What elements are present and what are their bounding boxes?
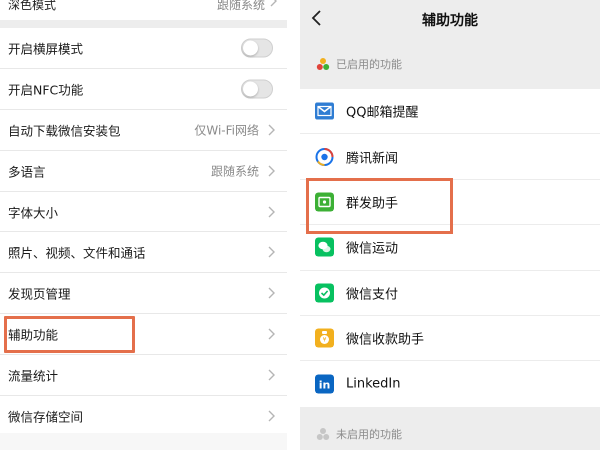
chevron-right-icon [268,287,275,299]
chevron-right-icon [268,206,275,217]
dark-mode-row[interactable]: 深色模式 跟随系统 [0,0,287,20]
svg-text:in: in [319,379,331,392]
item-name: 微信收款助手 [346,332,425,348]
colorful-dots-icon [316,58,330,70]
chevron-right-icon [268,124,275,136]
bottom-strip [0,433,287,450]
settings-general-panel: 深色模式 跟随系统 开启横屏模式 开启NFC功能 自动下载微信安装包 仅Wi-F… [0,0,287,450]
item-name: 腾讯新闻 [346,151,399,167]
page-title: 辅助功能 [422,13,478,29]
auto-download-row[interactable]: 自动下载微信安装包 仅Wi-Fi网络 [0,110,287,151]
list-item-wechat-pay[interactable]: 微信支付 [300,271,600,316]
accessibility-highlight-box [4,316,135,353]
landscape-mode-row: 开启横屏模式 [0,28,287,69]
broadcast-highlight-box [306,178,453,234]
dark-mode-value: 跟随系统 [216,0,265,12]
auto-download-label: 自动下载微信安装包 [8,123,121,139]
svg-text:¥: ¥ [323,337,327,344]
language-row[interactable]: 多语言 跟随系统 [0,151,287,192]
disabled-section-header: 未启用的功能 [300,412,600,450]
pay-icon [315,283,334,303]
list-item-linkedin[interactable]: in LinkedIn [300,361,600,406]
settings-list: 开启横屏模式 开启NFC功能 自动下载微信安装包 仅Wi-Fi网络 多语言 跟随… [0,28,287,437]
language-value: 跟随系统 [210,164,259,179]
storage-row[interactable]: 微信存储空间 [0,396,287,437]
nav-header: 辅助功能 [300,0,600,38]
nfc-row: 开启NFC功能 [0,69,287,110]
font-size-row[interactable]: 字体大小 [0,192,287,233]
chevron-right-icon [268,328,275,340]
list-item-tencent-news[interactable]: 腾讯新闻 [300,134,600,180]
item-name: LinkedIn [346,376,401,392]
chevron-right-icon [270,0,277,7]
auto-download-value: 仅Wi-Fi网络 [194,123,259,138]
gray-dots-icon [316,428,330,440]
landscape-mode-label: 开启横屏模式 [8,41,84,57]
enabled-section-header: 已启用的功能 [300,42,600,86]
language-label: 多语言 [8,164,46,180]
receipt-icon: ¥ [315,328,334,348]
enabled-features-list: QQ邮箱提醒 腾讯新闻 群发助手 微信运动 微信支付 ¥ 微信收款助手 in L… [300,89,600,407]
data-usage-label: 流量统计 [8,368,59,384]
item-name: 微信支付 [346,287,399,303]
nfc-label: 开启NFC功能 [8,82,84,98]
chevron-right-icon [268,410,275,422]
item-name: 微信运动 [346,241,399,257]
dark-mode-label: 深色模式 [8,0,57,12]
toggle-knob [243,40,258,56]
chevron-right-icon [268,246,275,258]
disabled-section-label: 未启用的功能 [336,428,402,441]
item-name: QQ邮箱提醒 [346,105,419,121]
toggle-knob [243,81,258,97]
landscape-mode-toggle[interactable] [241,38,273,58]
media-files-calls-row[interactable]: 照片、视频、文件和通话 [0,232,287,274]
data-usage-row[interactable]: 流量统计 [0,355,287,397]
nfc-toggle[interactable] [241,79,273,99]
discover-management-label: 发现页管理 [8,286,71,302]
media-files-calls-label: 照片、视频、文件和通话 [8,245,146,261]
discover-management-row[interactable]: 发现页管理 [0,273,287,315]
enabled-section-label: 已启用的功能 [336,58,402,71]
news-icon [315,147,334,166]
sport-icon [315,237,334,257]
chevron-right-icon [268,369,275,381]
list-item-receipt-assistant[interactable]: ¥ 微信收款助手 [300,316,600,362]
storage-label: 微信存储空间 [8,409,84,425]
chevron-right-icon [268,165,275,177]
font-size-label: 字体大小 [8,205,59,220]
mail-icon [315,102,334,120]
list-item-qq-mail[interactable]: QQ邮箱提醒 [300,89,600,135]
linkedin-icon: in [315,374,334,394]
